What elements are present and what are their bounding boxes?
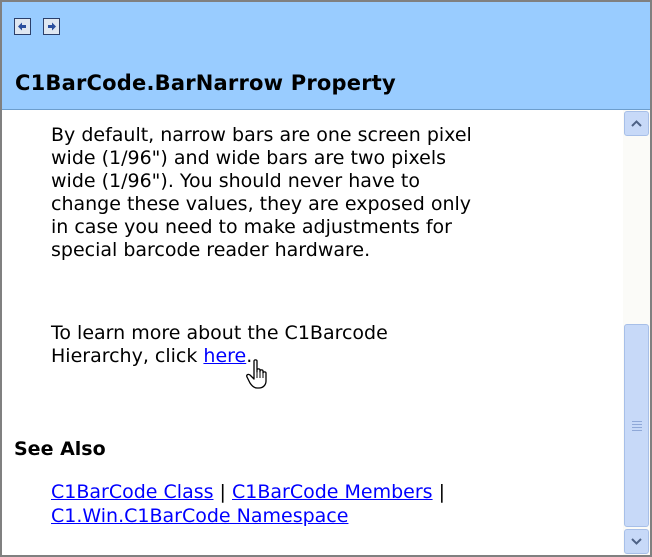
chevron-down-icon: [631, 538, 642, 545]
link-separator: |: [213, 481, 232, 503]
grip-line: [632, 421, 642, 422]
link-separator: |: [432, 481, 446, 503]
c1barcode-namespace-link[interactable]: C1.Win.C1BarCode Namespace: [51, 505, 348, 527]
scroll-thumb[interactable]: [624, 324, 649, 527]
scroll-down-button[interactable]: [624, 529, 649, 554]
grip-line: [632, 430, 642, 431]
help-content: By default, narrow bars are one screen p…: [2, 110, 622, 555]
help-window: C1BarCode.BarNarrow Property By default,…: [0, 0, 652, 557]
here-link[interactable]: here: [203, 345, 246, 367]
c1barcode-members-link[interactable]: C1BarCode Members: [232, 481, 433, 503]
grip-line: [632, 424, 642, 425]
vertical-scrollbar[interactable]: [623, 110, 650, 555]
c1barcode-class-link[interactable]: C1BarCode Class: [51, 481, 214, 503]
description-paragraph: By default, narrow bars are one screen p…: [51, 124, 472, 261]
learn-more-paragraph: To learn more about the C1Barcode Hierar…: [51, 322, 611, 368]
back-button[interactable]: [14, 18, 31, 35]
forward-arrow-icon: [48, 22, 56, 31]
chevron-up-icon: [631, 120, 642, 127]
help-header: C1BarCode.BarNarrow Property: [2, 2, 650, 110]
see-also-links: C1BarCode Class | C1BarCode Members | C1…: [51, 480, 611, 528]
page-title: C1BarCode.BarNarrow Property: [15, 71, 396, 95]
grip-line: [632, 427, 642, 428]
back-arrow-icon: [18, 22, 26, 31]
forward-button[interactable]: [43, 18, 60, 35]
see-also-heading: See Also: [14, 438, 106, 460]
scroll-up-button[interactable]: [624, 111, 649, 136]
hand-cursor-icon: [246, 359, 267, 389]
